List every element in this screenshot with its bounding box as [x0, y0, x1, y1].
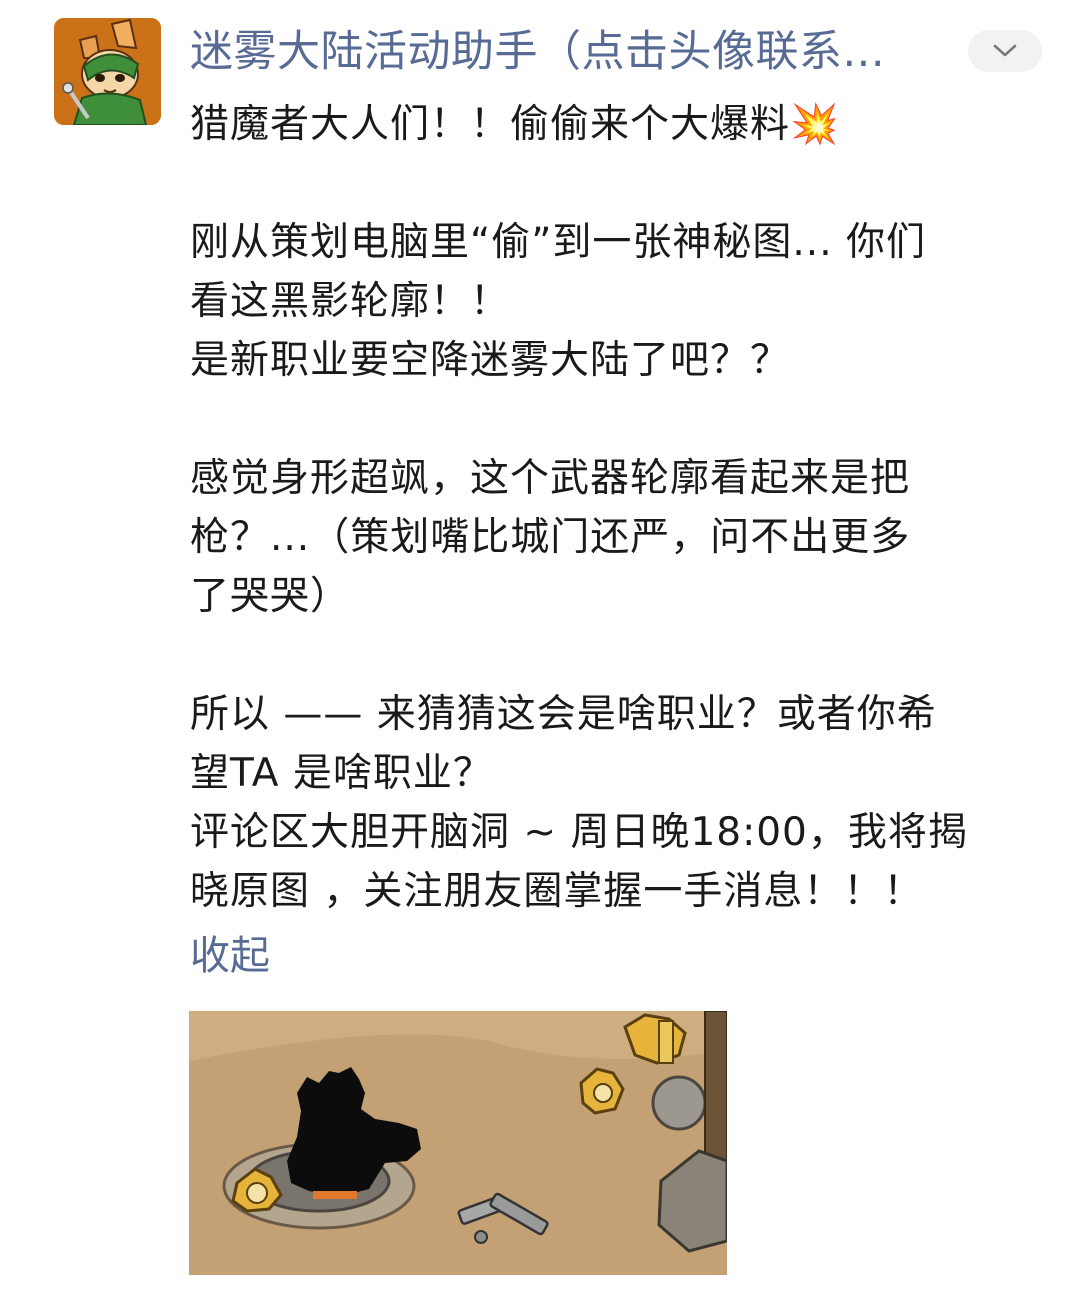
post-line: 望TA 是啥职业？ — [190, 751, 493, 796]
collapse-link[interactable]: 收起 — [190, 928, 270, 984]
post-line: 刚从策划电脑里“偷”到一张神秘图... 你们 — [190, 220, 926, 265]
post-line: 评论区大胆开脑洞 ~ 周日晚18:00，我将揭 — [190, 810, 968, 855]
silhouette-scene-image — [189, 1011, 727, 1275]
post-line: 晓原图 ，关注朋友圈掌握一手消息！！！ — [190, 869, 924, 914]
post-line: 所以 —— 来猜猜这会是啥职业？或者你希 — [190, 692, 937, 737]
fox-character-avatar-image — [54, 18, 161, 125]
post-image[interactable] — [189, 1011, 727, 1275]
post-line: 看这黑影轮廓！！ — [190, 279, 511, 324]
post-line: 猎魔者大人们！！偷偷来个大爆料💥 — [190, 102, 840, 147]
post-line: 是新职业要空降迷雾大陆了吧？？ — [190, 338, 791, 383]
account-name[interactable]: 迷雾大陆活动助手（点击头像联系... — [190, 22, 920, 82]
chevron-down-icon — [993, 44, 1017, 57]
post-line: 了哭哭） — [190, 574, 351, 619]
avatar[interactable] — [54, 18, 161, 125]
post-line: 枪？...（策划嘴比城门还严，问不出更多 — [190, 515, 911, 560]
post-text: 猎魔者大人们！！偷偷来个大爆料💥 刚从策划电脑里“偷”到一张神秘图... 你们 … — [190, 95, 1050, 921]
post-line: 感觉身形超飒，这个武器轮廓看起来是把 — [190, 456, 911, 501]
more-options-button[interactable] — [968, 30, 1042, 72]
